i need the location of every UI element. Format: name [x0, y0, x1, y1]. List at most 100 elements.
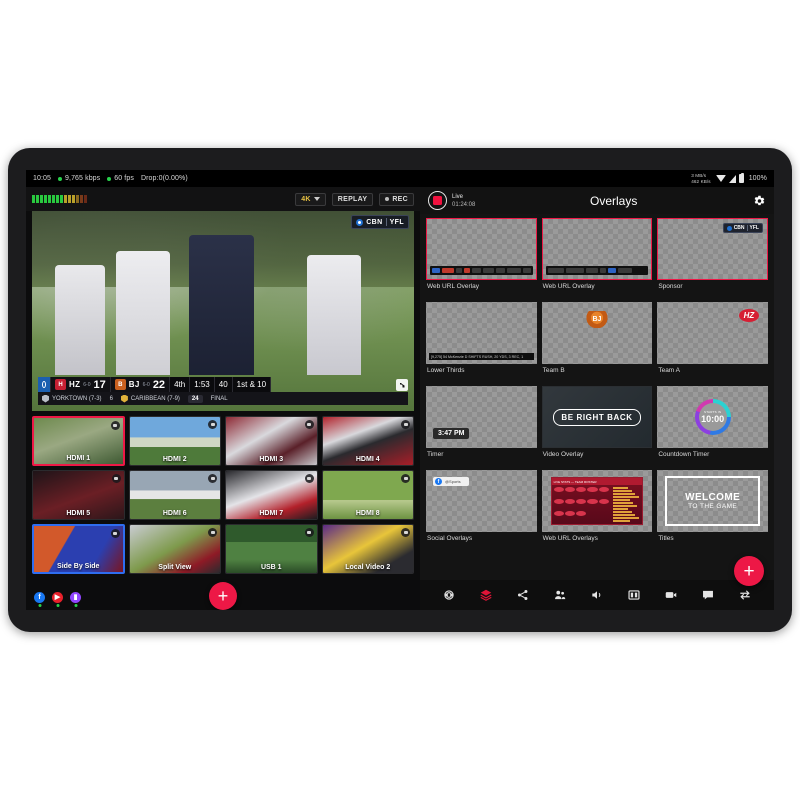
overlay-card[interactable]: HZ Team A	[657, 302, 768, 382]
source-thumb-split-view[interactable]: Split View	[128, 524, 221, 574]
overlay-card[interactable]: f @Sports Social Overlays	[426, 470, 537, 550]
tablet-screen: 10:05 9,765 kbps 60 fps Drop:0(0.00%) 3 …	[26, 170, 774, 610]
gear-icon[interactable]	[752, 194, 766, 208]
program-preview[interactable]: CBN YFL H HZ 6-0 17 B BJ 6-0 22 4th 1:53…	[32, 211, 414, 411]
web-url-bar	[545, 266, 649, 275]
source-thumb-local-video-2[interactable]: Local Video 2	[321, 524, 414, 574]
resolution-selector[interactable]: 4K	[295, 192, 326, 206]
timer-chip: 3:47 PM	[433, 428, 470, 439]
stop-stream-button[interactable]	[428, 191, 447, 210]
team-a-score: 17	[93, 378, 106, 391]
media-icon[interactable]	[663, 587, 679, 603]
overlay-thumbnail[interactable]: CBN YFL	[657, 218, 768, 280]
camera-icon	[401, 420, 410, 429]
source-thumb-hdmi-2[interactable]: HDMI 2	[128, 416, 221, 466]
vu-segment	[44, 195, 47, 203]
video-overlay-text: BE RIGHT BACK	[553, 408, 641, 426]
add-source-button[interactable]: +	[209, 582, 237, 610]
source-thumb-usb-1[interactable]: USB 1	[225, 524, 318, 574]
scoreboard-icon[interactable]	[626, 587, 642, 603]
overlay-card[interactable]: BE RIGHT BACK Video Overlay	[541, 386, 653, 466]
web-url-bar	[430, 266, 533, 275]
source-label: Side By Side	[57, 563, 100, 570]
source-label: HDMI 4	[355, 456, 380, 463]
vu-segment	[68, 195, 71, 203]
overlay-card[interactable]: [9,275] 54 McKenzie D SHIFTS RUSH, 20 YD…	[426, 302, 537, 382]
overlay-thumbnail[interactable]: BE RIGHT BACK	[541, 386, 653, 448]
overlay-thumbnail[interactable]: STARTS IN 10:00	[657, 386, 768, 448]
team-a-logo-icon: H	[55, 379, 66, 390]
status-fps: 60 fps	[107, 175, 134, 182]
facebook-icon[interactable]: f	[34, 591, 45, 603]
guests-icon[interactable]	[552, 587, 568, 603]
source-thumb-hdmi-3[interactable]: HDMI 3	[225, 416, 318, 466]
source-label: HDMI 1	[66, 455, 91, 462]
overlay-thumbnail[interactable]: [9,275] 54 McKenzie D SHIFTS RUSH, 20 YD…	[426, 302, 537, 364]
source-thumb-hdmi-1[interactable]: HDMI 1	[32, 416, 125, 466]
source-thumb-side-by-side[interactable]: Side By Side	[32, 524, 125, 574]
twitch-icon[interactable]: ▮	[70, 591, 81, 603]
source-label: HDMI 7	[259, 510, 284, 517]
overlay-label: Lower Thirds	[427, 367, 465, 374]
overlay-thumbnail[interactable]: 3:47 PM	[426, 386, 537, 448]
streaming-destinations: f ▶ ▮	[34, 591, 81, 603]
add-overlay-button[interactable]: +	[734, 556, 764, 586]
source-thumb-hdmi-4[interactable]: HDMI 4	[321, 416, 414, 466]
stats-graphic-title: LIVE STATS — TEAM ROSTER	[551, 478, 643, 485]
source-thumb-hdmi-8[interactable]: HDMI 8	[321, 470, 414, 520]
vu-segment	[60, 195, 63, 203]
chevron-down-icon	[313, 197, 320, 201]
vu-segment	[64, 195, 67, 203]
overlay-label: Titles	[658, 535, 674, 542]
scoreboard-overlay: H HZ 6-0 17 B BJ 6-0 22 4th 1:53 40 1st …	[38, 377, 408, 405]
overlay-card[interactable]: 3:47 PM Timer	[426, 386, 537, 466]
player-figure	[54, 265, 105, 375]
source-thumb-hdmi-5[interactable]: HDMI 5	[32, 470, 125, 520]
overlay-label: Video Overlay	[542, 451, 584, 458]
overlay-thumbnail[interactable]: f @Sports	[426, 470, 537, 532]
share-icon[interactable]	[515, 587, 531, 603]
layers-icon[interactable]	[478, 587, 494, 603]
settings-icon[interactable]	[441, 587, 457, 603]
team-b-logo-icon: BJ	[585, 311, 608, 328]
overlay-card[interactable]: LIVE STATS — TEAM ROSTER Web URL Overlays	[542, 470, 653, 550]
status-drops: Drop:0(0.00%)	[140, 175, 188, 182]
lower-third-text: [9,275] 54 McKenzie D SHIFTS RUSH, 20 YD…	[429, 353, 534, 360]
overlays-header: Live 01:24:08 Overlays	[420, 187, 774, 214]
chat-icon[interactable]	[700, 587, 716, 603]
overlay-thumbnail[interactable]: BJ	[542, 302, 653, 364]
overlay-card[interactable]: STARTS IN 10:00 Countdown Timer	[657, 386, 768, 466]
camera-icon	[110, 529, 120, 538]
team-a-record: 6-0	[83, 381, 91, 388]
source-thumb-hdmi-6[interactable]: HDMI 6	[128, 470, 221, 520]
team-b-block: B BJ 6-0 22	[110, 377, 171, 392]
record-button[interactable]: REC	[379, 192, 414, 206]
replay-button[interactable]: REPLAY	[331, 192, 374, 206]
overlay-thumbnail[interactable]	[426, 218, 537, 280]
overlay-card[interactable]: Web URL Overlay	[426, 218, 537, 298]
ticker-status: FINAL	[210, 395, 228, 402]
youtube-icon[interactable]: ▶	[52, 591, 63, 603]
overlays-pane: Live 01:24:08 Overlays Web URL Overlay We…	[420, 187, 774, 610]
overlay-card[interactable]: CBN YFL Sponsor	[657, 218, 768, 298]
cbn-badge-icon	[726, 225, 732, 231]
left-bottom-bar: f ▶ ▮ +	[26, 582, 420, 610]
down-and-distance: 1st & 10	[232, 377, 272, 392]
camera-icon	[208, 474, 217, 483]
transition-icon[interactable]	[737, 587, 753, 603]
live-status-block[interactable]: Live 01:24:08	[428, 191, 475, 210]
overlay-thumbnail[interactable]: WELCOME TO THE GAME	[657, 470, 768, 532]
network-rate-indicator: 3 MB/s 462 KB/s	[691, 173, 710, 184]
overlay-card[interactable]: WELCOME TO THE GAME Titles	[657, 470, 768, 550]
overlay-card[interactable]: Web URL Overlay	[541, 218, 653, 298]
wifi-icon	[715, 175, 726, 182]
overlay-thumbnail[interactable]: LIVE STATS — TEAM ROSTER	[542, 470, 653, 532]
audio-icon[interactable]	[589, 587, 605, 603]
source-thumb-hdmi-7[interactable]: HDMI 7	[225, 470, 318, 520]
overlay-card[interactable]: BJ Team B	[542, 302, 653, 382]
overlay-label: Web URL Overlay	[542, 283, 595, 290]
overlay-thumbnail[interactable]	[541, 218, 653, 280]
ticker-away-team: YORKTOWN (7-3)	[52, 395, 102, 402]
overlay-thumbnail[interactable]: HZ	[657, 302, 768, 364]
vu-segment	[48, 195, 51, 203]
